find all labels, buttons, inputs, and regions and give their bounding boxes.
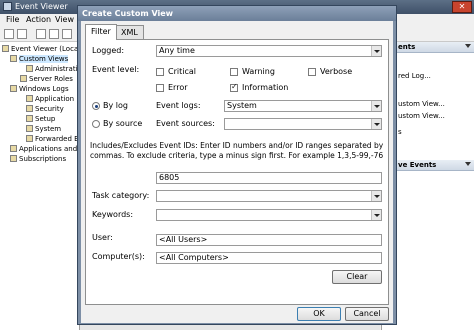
help-icon[interactable] (62, 29, 72, 39)
tree-item-forwarded-events[interactable]: Forwarded E (26, 135, 79, 144)
tree-item-server-roles[interactable]: Server Roles (20, 75, 73, 84)
show-hide-tree-icon[interactable] (49, 29, 59, 39)
tree-item-setup[interactable]: Setup (26, 115, 55, 124)
event-ids-input[interactable]: 6805 (156, 172, 382, 184)
keywords-dropdown[interactable] (156, 209, 382, 221)
event-ids-description: Includes/Excludes Event IDs: Enter ID nu… (90, 141, 384, 160)
error-label: Error (168, 83, 188, 92)
tree-item-security[interactable]: Security (26, 105, 64, 114)
by-log-label: By log (103, 101, 128, 110)
log-icon (26, 95, 33, 102)
window-close-button[interactable]: ✕ (452, 1, 472, 13)
critical-checkbox[interactable] (156, 68, 164, 76)
folder-icon (10, 85, 17, 92)
warning-label: Warning (242, 67, 275, 76)
task-category-label: Task category: (92, 191, 150, 200)
create-custom-view-dialog: Create Custom View Filter XML Logged: An… (77, 5, 397, 325)
information-checkbox[interactable] (230, 82, 238, 92)
chevron-down-icon (371, 101, 381, 111)
tab-filter[interactable]: Filter (85, 24, 117, 40)
by-source-radio[interactable] (92, 120, 100, 128)
event-viewer-app-icon (3, 2, 12, 11)
back-icon[interactable] (4, 29, 14, 39)
clear-button[interactable]: Clear (332, 270, 382, 284)
cancel-button[interactable]: Cancel (345, 307, 389, 321)
folder-icon (10, 145, 17, 152)
error-checkbox[interactable] (156, 84, 164, 92)
tree-item-application[interactable]: Application (26, 95, 74, 104)
by-log-radio[interactable] (92, 102, 100, 110)
action-item-custom-view-2[interactable]: ustom View... (398, 112, 445, 120)
event-sources-dropdown[interactable] (224, 118, 382, 130)
ok-button[interactable]: OK (297, 307, 341, 321)
tree-item-applications-services[interactable]: Applications and (10, 145, 77, 154)
verbose-checkbox[interactable] (308, 68, 316, 76)
tree-item-administrative[interactable]: Administrati (26, 65, 78, 74)
event-logs-dropdown[interactable]: System (224, 100, 382, 112)
tree-item-windows-logs[interactable]: Windows Logs (10, 85, 69, 94)
tree-item-subscriptions[interactable]: Subscriptions (10, 155, 66, 164)
logged-label: Logged: (92, 46, 125, 55)
folder-icon (10, 55, 17, 62)
chevron-down-icon (371, 119, 381, 129)
action-item-custom-view-1[interactable]: ustom View... (398, 100, 445, 108)
action-item-log[interactable]: red Log... (398, 72, 431, 80)
computers-input[interactable]: <All Computers> (156, 252, 382, 264)
log-icon (26, 115, 33, 122)
logged-value: Any time (159, 46, 195, 55)
dialog-titlebar: Create Custom View (78, 6, 396, 21)
event-logs-value: System (227, 101, 257, 110)
dialog-body: Filter XML Logged: Any time Event level:… (81, 21, 393, 323)
log-icon (26, 105, 33, 112)
event-logs-label: Event logs: (156, 101, 201, 110)
user-input[interactable]: <All Users> (156, 234, 382, 246)
event-level-label: Event level: (92, 65, 140, 74)
folder-icon (20, 75, 27, 82)
tree-item-custom-views[interactable]: Custom Views (10, 55, 69, 64)
critical-label: Critical (168, 67, 196, 76)
by-source-label: By source (103, 119, 143, 128)
computers-label: Computer(s): (92, 252, 145, 261)
dialog-title: Create Custom View (82, 9, 174, 18)
event-viewer-title: Event Viewer (15, 2, 68, 11)
navigation-tree: Event Viewer (Local) Custom Views Admini… (0, 42, 80, 330)
chevron-down-icon (371, 210, 381, 220)
collapse-arrow-icon[interactable] (465, 162, 471, 166)
subscription-icon (10, 155, 17, 162)
chevron-down-icon (371, 46, 381, 56)
verbose-label: Verbose (320, 67, 353, 76)
tab-xml[interactable]: XML (115, 25, 144, 39)
tree-item-event-viewer-local[interactable]: Event Viewer (Local) (2, 45, 79, 54)
logged-dropdown[interactable]: Any time (156, 45, 382, 57)
action-item-s[interactable]: s (398, 128, 402, 136)
warning-checkbox[interactable] (230, 68, 238, 76)
up-folder-icon[interactable] (36, 29, 46, 39)
user-label: User: (92, 233, 113, 242)
menu-action[interactable]: Action (26, 15, 51, 24)
filter-panel: Logged: Any time Event level: Critical W… (85, 39, 389, 305)
keywords-label: Keywords: (92, 210, 134, 219)
menu-view[interactable]: View (55, 15, 74, 24)
computer-icon (2, 45, 9, 52)
forward-icon[interactable] (17, 29, 27, 39)
event-sources-label: Event sources: (156, 119, 215, 128)
chevron-down-icon (371, 191, 381, 201)
filter-icon (26, 65, 33, 72)
information-label: Information (242, 83, 289, 92)
menu-file[interactable]: File (6, 15, 19, 24)
log-icon (26, 135, 33, 142)
task-category-dropdown[interactable] (156, 190, 382, 202)
log-icon (26, 125, 33, 132)
tree-item-system[interactable]: System (26, 125, 61, 134)
collapse-arrow-icon[interactable] (465, 44, 471, 48)
